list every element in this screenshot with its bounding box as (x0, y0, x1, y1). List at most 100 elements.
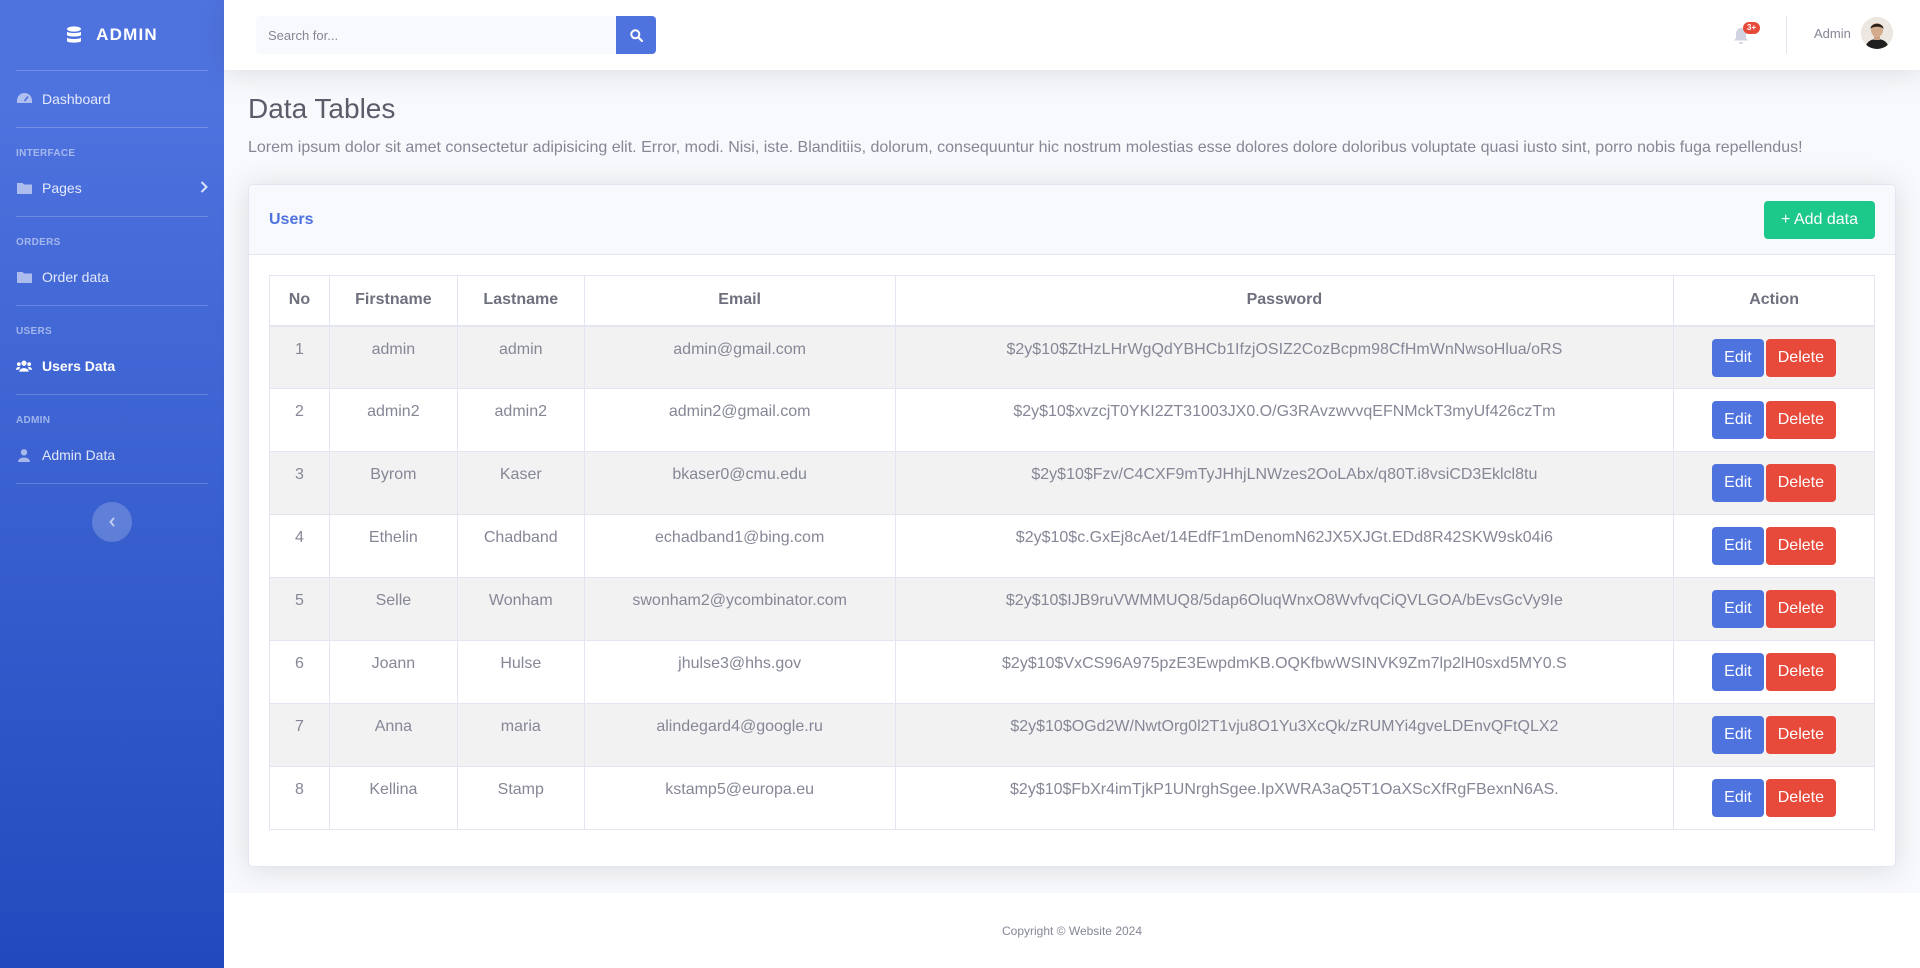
cell-email: swonham2@ycombinator.com (583, 577, 896, 641)
cell-password: $2y$10$xvzcjT0YKI2ZT31003JX0.O/G3RAvzwvv… (894, 388, 1675, 452)
delete-button[interactable]: Delete (1765, 401, 1836, 439)
sidebar-item-order-data[interactable]: Order data (0, 249, 224, 305)
delete-button[interactable]: Delete (1765, 716, 1836, 754)
folder-icon (16, 180, 32, 196)
topbar-divider (1786, 16, 1787, 54)
users-icon (16, 358, 32, 374)
table-row: 3 Byrom Kaser bkaser0@cmu.edu $2y$10$Fzv/C4C… (269, 451, 1875, 515)
cell-email: alindegard4@google.ru (583, 703, 896, 767)
topbar: 3+ Admin (224, 0, 1920, 70)
cell-no: 5 (269, 577, 330, 641)
sidebar-item-dashboard[interactable]: Dashboard (0, 71, 224, 127)
sidebar-heading-interface: INTERFACE (16, 148, 76, 159)
cell-no: 2 (269, 388, 330, 452)
table-row: 5 Selle Wonham swonham2@ycombinator.com $2y$… (269, 577, 1875, 641)
delete-button[interactable]: Delete (1765, 779, 1836, 817)
cell-action: Edit Delete (1673, 451, 1875, 515)
cell-email: admin2@gmail.com (583, 388, 896, 452)
delete-button[interactable]: Delete (1765, 464, 1836, 502)
edit-button[interactable]: Edit (1712, 338, 1764, 377)
cell-no: 3 (269, 451, 330, 515)
edit-button[interactable]: Edit (1712, 716, 1764, 754)
brand-name: ADMIN (96, 25, 158, 44)
cell-no: 4 (269, 514, 330, 578)
edit-button[interactable]: Edit (1712, 590, 1764, 628)
column-header-email[interactable]: Email (583, 275, 896, 327)
cell-password: $2y$10$FbXr4imTjkP1UNrghSgee.IpXWRA3aQ5T… (894, 766, 1675, 830)
sidebar-item-label: Admin Data (42, 447, 116, 463)
search-form (256, 16, 656, 54)
user-icon (16, 447, 32, 463)
cell-lastname: Wonham (456, 577, 585, 641)
cell-no: 8 (269, 766, 330, 830)
column-header-firstname[interactable]: Firstname (328, 275, 458, 327)
sidebar-item-users-data[interactable]: Users Data (0, 338, 224, 394)
sidebar-item-pages[interactable]: Pages (0, 160, 224, 216)
sidebar-divider (16, 483, 208, 484)
avatar (1860, 17, 1893, 49)
cell-firstname: Selle (328, 577, 458, 641)
delete-button[interactable]: Delete (1765, 590, 1836, 628)
alerts-counter-badge: 3+ (1743, 22, 1761, 34)
search-button[interactable] (616, 16, 656, 54)
user-name: Admin (1814, 25, 1851, 41)
table-row: 2 admin2 admin2 admin2@gmail.com $2y$10$xvzc… (269, 388, 1875, 452)
column-header-action: Action (1673, 275, 1875, 327)
cell-password: $2y$10$OGd2W/NwtOrg0l2T1vju8O1Yu3XcQk/zR… (894, 703, 1675, 767)
cell-lastname: Kaser (456, 451, 585, 515)
page-description: Lorem ipsum dolor sit amet consectetur a… (248, 139, 1803, 156)
sidebar-item-label: Users Data (42, 358, 116, 374)
sidebar-heading-orders: ORDERS (16, 237, 61, 248)
cell-firstname: Byrom (328, 451, 458, 515)
cell-lastname: admin2 (456, 388, 585, 452)
edit-button[interactable]: Edit (1712, 401, 1764, 439)
edit-button[interactable]: Edit (1712, 653, 1764, 691)
table-body: 1 admin admin admin@gmail.com $2y$10$ZtHzLHr… (269, 325, 1875, 830)
delete-button[interactable]: Delete (1765, 338, 1836, 377)
column-header-no[interactable]: No (269, 275, 330, 327)
cell-email: bkaser0@cmu.edu (583, 451, 896, 515)
delete-button[interactable]: Delete (1765, 527, 1836, 565)
table-header-row: No Firstname Lastname Email Password Act… (269, 275, 1875, 327)
cell-lastname: Stamp (456, 766, 585, 830)
edit-button[interactable]: Edit (1712, 779, 1764, 817)
footer: Copyright © Website 2024 (224, 893, 1920, 968)
table-row: 4 Ethelin Chadband echadband1@bing.com $2y$1… (269, 514, 1875, 578)
cell-action: Edit Delete (1673, 640, 1875, 704)
cell-lastname: maria (456, 703, 585, 767)
cell-email: echadband1@bing.com (583, 514, 896, 578)
folder-icon (16, 269, 32, 285)
edit-button[interactable]: Edit (1712, 527, 1764, 565)
cell-action: Edit Delete (1673, 388, 1875, 452)
sidebar-item-label: Pages (42, 180, 82, 196)
add-data-button[interactable]: + Add data (1764, 200, 1875, 239)
chevron-left-icon (109, 517, 115, 527)
sidebar-toggle-button[interactable] (92, 502, 132, 542)
cell-email: admin@gmail.com (583, 325, 896, 389)
edit-button[interactable]: Edit (1712, 464, 1764, 502)
cell-action: Edit Delete (1673, 577, 1875, 641)
sidebar: ADMIN Dashboard INTERFACE Pages ORDERS O… (0, 0, 224, 968)
cell-firstname: admin (328, 325, 458, 389)
alerts-button[interactable]: 3+ (1731, 22, 1761, 48)
chevron-right-icon (200, 180, 208, 196)
sidebar-item-admin-data[interactable]: Admin Data (0, 427, 224, 483)
users-card: Users + Add data No Firstname Lastname E… (248, 184, 1896, 867)
sidebar-heading-admin: ADMIN (16, 415, 51, 426)
search-input[interactable] (256, 16, 616, 54)
cell-no: 1 (269, 325, 330, 389)
sidebar-heading-users: USERS (16, 326, 52, 337)
cell-no: 6 (269, 640, 330, 704)
cell-action: Edit Delete (1673, 766, 1875, 830)
gauge-icon (16, 91, 32, 107)
user-dropdown[interactable]: Admin (1814, 17, 1893, 49)
cell-password: $2y$10$VxCS96A975pzE3EwpdmKB.OQKfbwWSINV… (894, 640, 1675, 704)
sidebar-brand[interactable]: ADMIN (0, 0, 224, 70)
delete-button[interactable]: Delete (1765, 653, 1836, 691)
main-content: Data Tables Lorem ipsum dolor sit amet c… (248, 70, 1896, 867)
column-header-lastname[interactable]: Lastname (456, 275, 585, 327)
cell-password: $2y$10$Fzv/C4CXF9mTyJHhjLNWzes2OoLAbx/q8… (894, 451, 1675, 515)
cell-password: $2y$10$c.GxEj8cAet/14EdfF1mDenomN62JX5XJ… (894, 514, 1675, 578)
column-header-password[interactable]: Password (894, 275, 1675, 327)
cell-password: $2y$10$IJB9ruVWMMUQ8/5dap6OluqWnxO8Wvfvq… (894, 577, 1675, 641)
